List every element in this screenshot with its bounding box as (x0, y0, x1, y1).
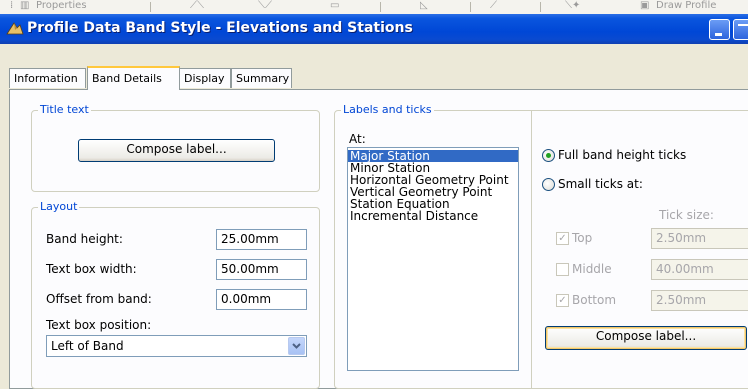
dropdown-arrow-button[interactable] (288, 337, 305, 355)
grid-tool-icon[interactable]: ▭ (330, 0, 339, 11)
tab-label: Band Details (92, 72, 162, 85)
maximize-icon (738, 24, 748, 26)
toolbar-grip-icon: ⁞ (10, 0, 14, 11)
top-checkbox[interactable]: ✓ (556, 232, 569, 245)
toolbar-separator (380, 2, 381, 12)
radio-selected-dot (546, 153, 551, 158)
middle-checkbox[interactable] (556, 263, 569, 276)
tick-location-list[interactable]: Major Station Minor Station Horizontal G… (347, 147, 519, 371)
title-text-group: Title text Compose label... (31, 103, 320, 192)
window-title: Profile Data Band Style - Elevations and… (27, 20, 413, 36)
profile-line-icon[interactable]: ⟍⟋ (258, 0, 272, 11)
full-band-height-radio[interactable] (542, 149, 555, 162)
tick-size-label: Tick size: (659, 208, 714, 222)
labels-and-ticks-legend: Labels and ticks (341, 103, 434, 116)
tab-label: Information (14, 72, 78, 85)
minimize-icon (715, 33, 722, 36)
offset-from-band-label: Offset from band: (46, 292, 152, 306)
chevron-down-icon (292, 343, 301, 349)
profile-tool-icon[interactable]: ⟋⟍ (190, 0, 204, 11)
offset-from-band-field[interactable]: 0.00mm (216, 289, 307, 310)
middle-label: Middle (572, 262, 612, 276)
layout-legend: Layout (38, 200, 80, 213)
tab-summary[interactable]: Summary (231, 68, 292, 88)
toolbar-separator (470, 2, 471, 12)
title-text-legend: Title text (38, 103, 91, 116)
full-band-height-label[interactable]: Full band height ticks (558, 148, 686, 162)
pvi-tool-icon[interactable]: ⟍✦ (565, 0, 580, 11)
toolbar-properties-label[interactable]: Properties (36, 0, 87, 11)
text-box-position-select[interactable]: Left of Band (46, 335, 307, 357)
tab-label: Display (184, 72, 225, 85)
middle-tick-size-field[interactable]: 40.00mm (651, 259, 748, 280)
maximize-button[interactable] (733, 19, 748, 40)
bottom-label: Bottom (572, 293, 617, 307)
top-label: Top (572, 231, 593, 245)
text-box-width-label: Text box width: (46, 262, 137, 276)
tab-information[interactable]: Information (9, 68, 86, 88)
toolbar-separator (150, 2, 151, 12)
tab-panel: Title text Compose label... Layout Band … (9, 89, 748, 389)
list-item-incremental-distance[interactable]: Incremental Distance (348, 210, 518, 222)
layout-group: Layout Band height: 25.00mm Text box wid… (31, 200, 320, 389)
labels-and-ticks-group: Labels and ticks At: Major Station Minor… (334, 103, 748, 389)
tab-band-details[interactable]: Band Details (87, 66, 180, 90)
text-box-width-field[interactable]: 50.00mm (216, 259, 307, 280)
properties-icon[interactable]: ▥ (20, 0, 29, 11)
window-titlebar[interactable]: Profile Data Band Style - Elevations and… (0, 14, 748, 44)
text-box-position-value: Left of Band (51, 339, 124, 353)
tab-label: Summary (236, 72, 290, 85)
title-compose-label-button[interactable]: Compose label... (78, 139, 275, 162)
app-icon (6, 22, 24, 35)
top-tick-size-field[interactable]: 2.50mm (651, 228, 748, 249)
band-height-label: Band height: (46, 232, 123, 246)
draw-profile-label[interactable]: Draw Profile (656, 0, 716, 11)
minimize-button[interactable] (709, 19, 730, 40)
bottom-checkbox[interactable]: ✓ (556, 294, 569, 307)
bottom-tick-size-field[interactable]: 2.50mm (651, 290, 748, 311)
text-box-position-label: Text box position: (46, 318, 152, 332)
toolbar-separator (540, 2, 541, 12)
group-divider (531, 111, 532, 388)
draw-profile-icon[interactable]: ▣ (640, 0, 649, 11)
move-tool-icon[interactable]: ⟋ (490, 0, 497, 11)
tab-display[interactable]: Display (179, 68, 231, 88)
ticks-compose-label-button[interactable]: Compose label... (545, 326, 747, 350)
triangle-tool-icon[interactable]: ◺ (420, 0, 428, 11)
at-label: At: (349, 132, 366, 146)
band-height-field[interactable]: 25.00mm (216, 229, 307, 250)
small-ticks-label[interactable]: Small ticks at: (558, 177, 643, 191)
small-ticks-radio[interactable] (542, 178, 555, 191)
toolbar-strip: ⁞ ▥ Properties ⟋⟍ ⟍⟋ ▭ ◺ ⟋ ⟍✦ ▣ Draw Pro… (0, 0, 748, 15)
